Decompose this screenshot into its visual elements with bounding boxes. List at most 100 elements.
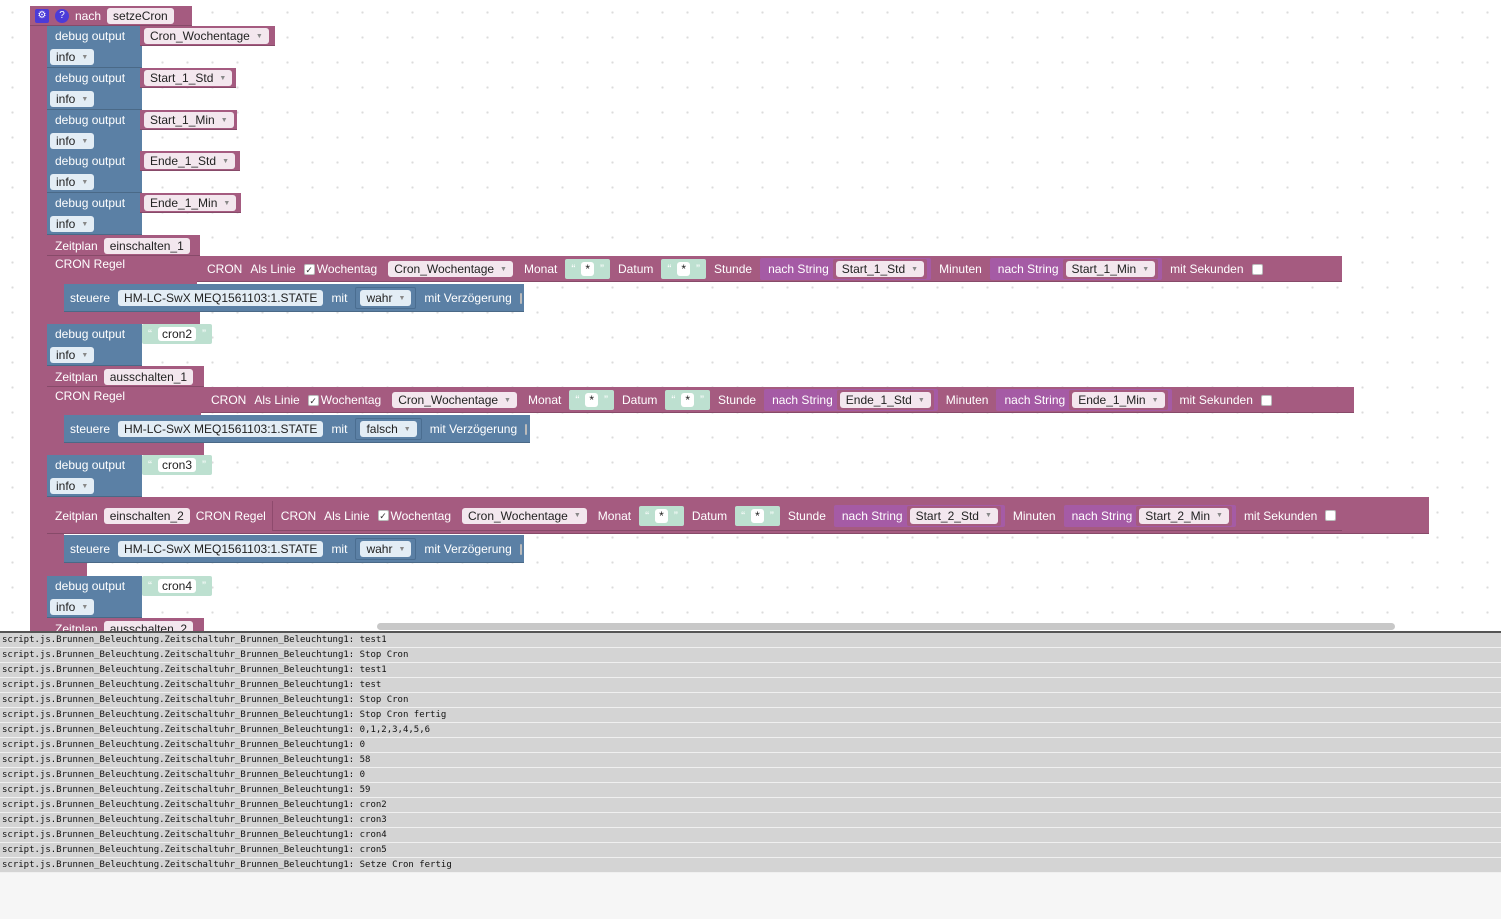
function-name-field[interactable]: setzeCron: [107, 8, 174, 24]
cron-label: CRON: [211, 393, 247, 407]
function-header[interactable]: ⚙ ? nach setzeCron: [30, 6, 192, 26]
monat-text-block[interactable]: “ * ”: [569, 390, 615, 410]
stunde-to-string-block[interactable]: nach String Start_2_Std ▼: [833, 504, 1005, 527]
als-linie-checkbox[interactable]: ✓: [377, 510, 389, 521]
datum-text-block[interactable]: “ * ”: [735, 505, 780, 526]
minuten-to-string-block[interactable]: nach String Ende_1_Min ▼: [996, 389, 1172, 411]
schedule-name-field[interactable]: ausschalten_2: [103, 620, 194, 631]
variable-block[interactable]: Start_1_Min ▼: [140, 110, 237, 130]
variable-dropdown[interactable]: Cron_Wochentage ▼: [388, 261, 513, 277]
nach-string-label: nach String: [768, 262, 829, 276]
device-id-field[interactable]: HM-LC-SwX MEQ1561103:1.STATE: [118, 541, 324, 557]
schedule-name-field[interactable]: einschalten_1: [103, 237, 190, 254]
control-block[interactable]: steuere HM-LC-SwX MEQ1561103:1.STATE mit…: [64, 535, 524, 563]
state-dropdown[interactable]: wahr ▼: [360, 290, 412, 306]
delay-checkbox[interactable]: [519, 543, 522, 555]
variable-block[interactable]: Start_1_Std ▼: [140, 68, 236, 88]
state-block[interactable]: falsch ▼: [355, 418, 422, 440]
debug-level-dropdown[interactable]: info ▼: [50, 91, 95, 107]
state-block[interactable]: wahr ▼: [355, 287, 417, 309]
variable-dropdown[interactable]: Start_1_Std ▼: [835, 261, 925, 277]
text-block[interactable]: “ cron4 ”: [142, 576, 213, 596]
text-value[interactable]: cron3: [158, 458, 197, 472]
cron-block[interactable]: CRON Als Linie ✓ Wochentag Cron_Wochenta…: [197, 256, 1342, 282]
variable-dropdown[interactable]: Start_2_Min ▼: [1139, 507, 1229, 524]
stunde-label: Stunde: [714, 262, 753, 276]
state-block[interactable]: wahr ▼: [355, 538, 417, 560]
text-value[interactable]: cron4: [158, 579, 197, 593]
cron-block[interactable]: CRON Als Linie ✓ Wochentag Cron_Wochenta…: [271, 500, 1343, 531]
state-dropdown[interactable]: falsch ▼: [360, 421, 417, 437]
text-value[interactable]: *: [655, 508, 668, 523]
monat-text-block[interactable]: “ * ”: [639, 505, 684, 526]
text-value[interactable]: *: [751, 508, 764, 523]
log-line: script.js.Brunnen_Beleuchtung.Zeitschalt…: [0, 663, 1501, 678]
variable-dropdown[interactable]: Ende_1_Std ▼: [144, 153, 235, 169]
variable-dropdown[interactable]: Start_1_Min ▼: [144, 112, 234, 128]
variable-block[interactable]: Ende_1_Min ▼: [140, 193, 241, 213]
schedule-name-field[interactable]: einschalten_2: [103, 507, 190, 524]
schedule-block-ausschalten-2[interactable]: Zeitplan ausschalten_2: [47, 618, 204, 631]
stunde-to-string-block[interactable]: nach String Ende_1_Std ▼: [764, 389, 938, 411]
text-block[interactable]: “ cron2 ”: [142, 324, 213, 344]
variable-dropdown[interactable]: Ende_1_Std ▼: [839, 392, 931, 408]
text-value[interactable]: *: [677, 262, 691, 276]
help-icon[interactable]: ?: [55, 9, 69, 23]
monat-text-block[interactable]: “ * ”: [565, 259, 611, 279]
debug-level-dropdown[interactable]: info ▼: [50, 478, 95, 494]
sekunden-checkbox[interactable]: [1325, 510, 1337, 521]
delay-checkbox[interactable]: [519, 292, 522, 304]
text-value[interactable]: cron2: [158, 327, 197, 341]
state-dropdown[interactable]: wahr ▼: [360, 541, 412, 557]
open-quote-icon: “: [645, 508, 650, 523]
variable-block[interactable]: Ende_1_Std ▼: [140, 151, 240, 171]
text-value[interactable]: *: [681, 393, 695, 407]
wochentag-variable[interactable]: Cron_Wochentage ▼: [389, 390, 520, 410]
text-value[interactable]: *: [585, 393, 599, 407]
als-linie-label: Als Linie: [254, 393, 300, 407]
variable-dropdown[interactable]: Start_1_Min ▼: [1065, 261, 1156, 277]
horizontal-scrollbar[interactable]: [377, 623, 1395, 630]
minuten-to-string-block[interactable]: nach String Start_2_Min ▼: [1063, 504, 1236, 527]
control-block[interactable]: steuere HM-LC-SwX MEQ1561103:1.STATE mit…: [64, 415, 530, 443]
variable-block[interactable]: Cron_Wochentage ▼: [140, 26, 275, 46]
variable-dropdown[interactable]: Start_1_Std ▼: [144, 70, 233, 86]
text-block[interactable]: “ cron3 ”: [142, 455, 213, 475]
debug-level-dropdown[interactable]: info ▼: [50, 133, 95, 149]
debug-level-dropdown[interactable]: info ▼: [50, 216, 95, 232]
variable-dropdown[interactable]: Ende_1_Min ▼: [144, 195, 237, 211]
wochentag-variable[interactable]: Cron_Wochentage ▼: [459, 505, 590, 526]
control-block[interactable]: steuere HM-LC-SwX MEQ1561103:1.STATE mit…: [64, 284, 524, 312]
variable-dropdown[interactable]: Start_2_Std ▼: [909, 507, 998, 524]
device-id-field[interactable]: HM-LC-SwX MEQ1561103:1.STATE: [118, 290, 324, 306]
datum-text-block[interactable]: “ * ”: [661, 259, 707, 279]
text-value[interactable]: *: [581, 262, 595, 276]
datum-text-block[interactable]: “ * ”: [665, 390, 711, 410]
blockly-workspace[interactable]: ⚙ ? nach setzeCron debug output info ▼ Cr…: [0, 0, 1501, 631]
debug-level-value: info: [56, 600, 76, 614]
als-linie-checkbox[interactable]: ✓: [303, 263, 315, 275]
minuten-to-string-block[interactable]: nach String Start_1_Min ▼: [989, 258, 1163, 280]
sekunden-checkbox[interactable]: [1251, 263, 1263, 275]
schedule-name-field[interactable]: ausschalten_1: [103, 368, 194, 385]
debug-level-dropdown[interactable]: info ▼: [50, 174, 95, 190]
mit-label: mit: [331, 422, 348, 436]
cron-block[interactable]: CRON Als Linie ✓ Wochentag Cron_Wochenta…: [201, 387, 1354, 413]
device-id-field[interactable]: HM-LC-SwX MEQ1561103:1.STATE: [118, 421, 324, 437]
delay-checkbox[interactable]: [525, 423, 528, 435]
variable-dropdown[interactable]: Ende_1_Min ▼: [1072, 392, 1165, 408]
gear-icon[interactable]: ⚙: [35, 9, 49, 23]
sekunden-checkbox[interactable]: [1260, 394, 1272, 406]
wochentag-variable[interactable]: Cron_Wochentage ▼: [385, 259, 516, 279]
debug-level-dropdown[interactable]: info ▼: [50, 599, 95, 615]
variable-dropdown[interactable]: Cron_Wochentage ▼: [392, 392, 517, 408]
variable-dropdown[interactable]: Cron_Wochentage ▼: [462, 507, 587, 524]
variable-name: Ende_1_Min: [1078, 393, 1146, 407]
chevron-down-icon: ▼: [573, 512, 581, 519]
stunde-to-string-block[interactable]: nach String Start_1_Std ▼: [760, 258, 932, 280]
variable-dropdown[interactable]: Cron_Wochentage ▼: [144, 28, 269, 44]
als-linie-checkbox[interactable]: ✓: [307, 394, 319, 406]
debug-level-dropdown[interactable]: info ▼: [50, 347, 95, 363]
variable-name: Ende_1_Min: [150, 196, 218, 210]
debug-level-dropdown[interactable]: info ▼: [50, 49, 95, 65]
